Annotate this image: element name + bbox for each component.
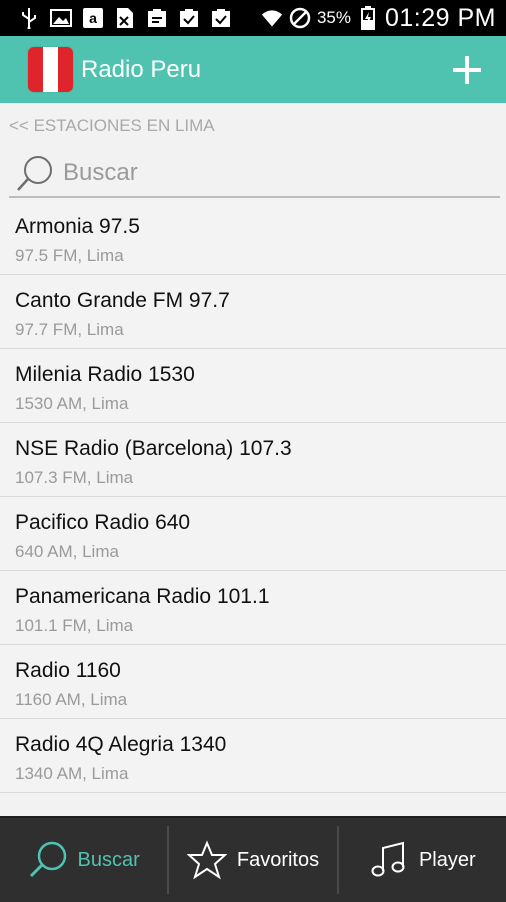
breadcrumb-back-link[interactable]: << ESTACIONES EN LIMA — [9, 116, 215, 136]
station-name: Armonia 97.5 — [15, 215, 140, 238]
blocked-icon — [289, 7, 311, 29]
star-icon — [186, 840, 227, 880]
station-item[interactable]: NSE Radio (Barcelona) 107.3 107.3 FM, Li… — [0, 423, 506, 497]
station-frequency: 97.5 FM, Lima — [15, 246, 124, 265]
station-frequency: 107.3 FM, Lima — [15, 468, 134, 487]
station-name: NSE Radio (Barcelona) 107.3 — [15, 437, 292, 460]
usb-icon — [18, 7, 40, 29]
battery-icon — [357, 6, 379, 30]
station-frequency: 1530 AM, Lima — [15, 394, 129, 413]
search-icon — [29, 841, 66, 878]
battery-percent: 35% — [316, 8, 351, 27]
status-bar: a 35% 01:29 PM — [0, 0, 506, 36]
station-item[interactable]: Radio 4Q Alegria 1340 1340 AM, Lima — [0, 719, 506, 793]
station-frequency: 101.1 FM, Lima — [15, 616, 134, 635]
music-note-icon — [371, 841, 405, 877]
nav-favoritos[interactable]: Favoritos — [169, 818, 336, 902]
station-item[interactable]: Radio 1160 1160 AM, Lima — [0, 645, 506, 719]
app-title: Radio Peru — [81, 55, 202, 83]
add-button[interactable] — [450, 53, 484, 87]
station-item[interactable]: Canto Grande FM 97.7 97.7 FM, Lima — [0, 275, 506, 349]
nav-player-label: Player — [418, 848, 476, 871]
nav-buscar[interactable]: Buscar — [0, 818, 167, 902]
clipboard-done-icon — [210, 7, 232, 29]
wifi-icon — [261, 7, 283, 29]
search-bar — [9, 148, 500, 198]
bottom-navigation: Buscar Favoritos Player — [0, 816, 506, 902]
search-input[interactable] — [61, 156, 485, 190]
amazon-icon: a — [82, 7, 104, 29]
clock: 01:29 PM — [384, 3, 496, 32]
station-name: Pacifico Radio 640 — [15, 511, 191, 534]
station-frequency: 1160 AM, Lima — [15, 690, 128, 709]
station-name: Radio 4Q Alegria 1340 — [15, 733, 227, 756]
station-frequency: 1340 AM, Lima — [15, 764, 129, 783]
search-icon — [17, 156, 52, 191]
station-frequency: 640 AM, Lima — [15, 542, 119, 561]
station-item[interactable]: Armonia 97.5 97.5 FM, Lima — [0, 201, 506, 275]
image-icon — [50, 7, 72, 29]
station-name: Panamericana Radio 101.1 — [15, 585, 270, 608]
nav-player[interactable]: Player — [339, 818, 506, 902]
station-name: Radio 1160 — [15, 659, 121, 682]
station-item[interactable]: Milenia Radio 1530 1530 AM, Lima — [0, 349, 506, 423]
document-icon — [114, 7, 136, 29]
nav-favoritos-label: Favoritos — [236, 848, 320, 871]
station-list: Armonia 97.5 97.5 FM, Lima Canto Grande … — [0, 201, 506, 793]
clipboard-check-icon — [178, 7, 200, 29]
station-item[interactable]: Pacifico Radio 640 640 AM, Lima — [0, 497, 506, 571]
action-bar: Radio Peru — [0, 36, 506, 103]
station-name: Milenia Radio 1530 — [15, 363, 195, 386]
svg-text:a: a — [89, 10, 97, 26]
nav-buscar-label: Buscar — [77, 848, 140, 871]
station-name: Canto Grande FM 97.7 — [15, 289, 230, 312]
station-item[interactable]: Panamericana Radio 101.1 101.1 FM, Lima — [0, 571, 506, 645]
station-frequency: 97.7 FM, Lima — [15, 320, 124, 339]
clipboard-icon — [146, 7, 168, 29]
peru-flag-icon — [28, 47, 73, 92]
